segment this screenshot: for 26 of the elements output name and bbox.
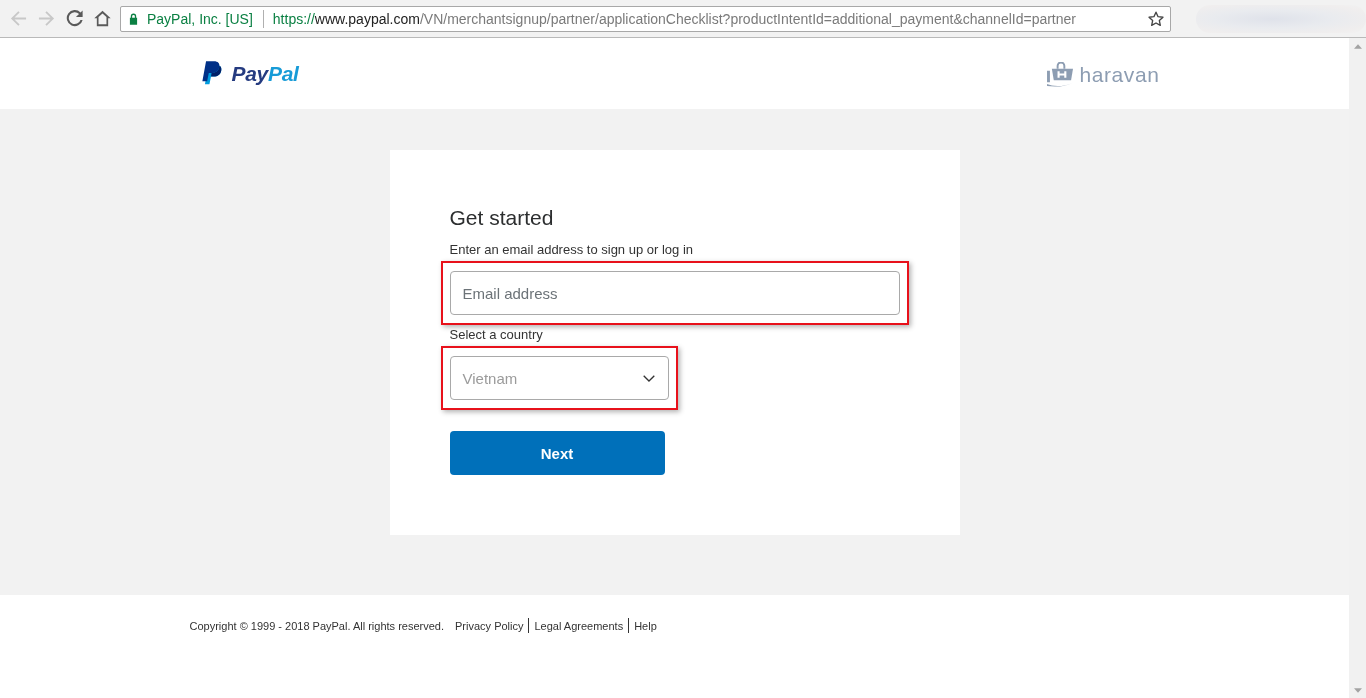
bookmark-star-icon[interactable] xyxy=(1148,11,1164,27)
field-label: Select a country xyxy=(449,327,544,343)
footer-link[interactable]: Help xyxy=(634,619,657,632)
chevron-down-icon xyxy=(642,374,655,382)
reload-icon xyxy=(65,10,83,27)
field-label: Enter an email address to sign up or log in xyxy=(449,242,695,258)
arrow-left-icon xyxy=(9,10,27,27)
email-input[interactable]: Email address xyxy=(449,271,900,315)
logo-wordmark: haravan xyxy=(1079,62,1160,87)
address-bar[interactable]: PayPal, Inc. [US] https://www.paypal.com/VN/merchantsignup/partner/applicationChecklist?productIntentId=additional_payment&channelId=partner xyxy=(120,6,1171,32)
scrollbar-track[interactable] xyxy=(1349,38,1366,698)
shopping-bag-icon xyxy=(1046,62,1076,87)
footer-link[interactable]: Privacy Policy xyxy=(455,619,524,632)
p-monogram-icon[interactable] xyxy=(200,60,223,87)
home-icon xyxy=(93,10,111,27)
scroll-up-arrow-icon[interactable] xyxy=(1353,44,1362,49)
url-text[interactable]: https://www.paypal.com/VN/merchantsignup/partner/applicationChecklist?productIntentId=additional_payment&channelId=partner xyxy=(272,11,1148,27)
logo-wordmark: PayPal xyxy=(231,61,299,86)
lock-icon xyxy=(129,13,138,25)
arrow-right-icon xyxy=(37,10,55,27)
next-button[interactable]: Next xyxy=(449,431,665,475)
scroll-down-arrow-icon[interactable] xyxy=(1353,688,1362,693)
site-identity: PayPal, Inc. [US] xyxy=(147,11,253,27)
form-title: Get started xyxy=(449,205,555,231)
footer-link[interactable]: Legal Agreements xyxy=(534,619,624,632)
copyright-text: Copyright © 1999 - 2018 PayPal. All rights reserved. xyxy=(189,619,444,632)
